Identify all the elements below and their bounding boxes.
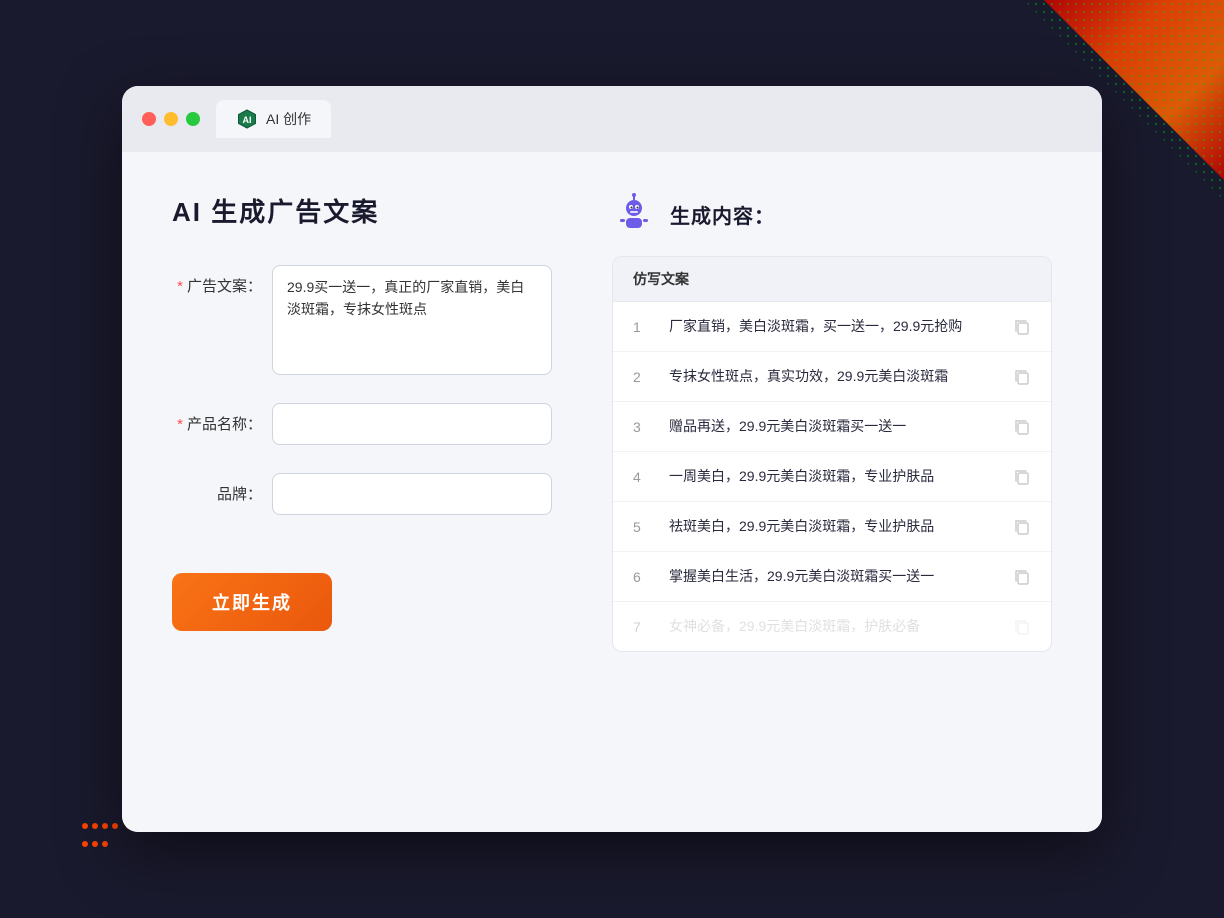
left-panel: AI 生成广告文案 *广告文案： 29.9买一送一，真正的厂家直销，美白淡斑霜，… (172, 192, 552, 792)
ai-tab[interactable]: AI AI 创作 (216, 100, 331, 138)
ad-copy-input[interactable]: 29.9买一送一，真正的厂家直销，美白淡斑霜，专抹女性斑点 (272, 265, 552, 375)
generate-button[interactable]: 立即生成 (172, 573, 332, 631)
product-name-group: *产品名称： 美白淡斑霜 (172, 403, 552, 445)
title-bar: AI AI 创作 (122, 86, 1102, 152)
traffic-lights (142, 112, 200, 126)
copy-icon-3[interactable] (1013, 418, 1031, 436)
result-row-4: 4 一周美白，29.9元美白淡斑霜，专业护肤品 (613, 452, 1051, 502)
ad-copy-label: *广告文案： (172, 265, 262, 296)
row-number-6: 6 (633, 569, 653, 585)
copy-icon-2[interactable] (1013, 368, 1031, 386)
table-header: 仿写文案 (613, 257, 1051, 302)
result-title: 生成内容： (670, 200, 775, 229)
maximize-button[interactable] (186, 112, 200, 126)
product-name-required-star: * (177, 416, 183, 433)
product-name-input[interactable]: 美白淡斑霜 (272, 403, 552, 445)
content-area: AI 生成广告文案 *广告文案： 29.9买一送一，真正的厂家直销，美白淡斑霜，… (122, 152, 1102, 832)
result-row-5: 5 祛斑美白，29.9元美白淡斑霜，专业护肤品 (613, 502, 1051, 552)
row-text-1: 厂家直销，美白淡斑霜，买一送一，29.9元抢购 (669, 316, 997, 337)
brand-label: 品牌： (172, 473, 262, 504)
minimize-button[interactable] (164, 112, 178, 126)
svg-text:AI: AI (243, 115, 252, 125)
row-number-4: 4 (633, 469, 653, 485)
row-text-2: 专抹女性斑点，真实功效，29.9元美白淡斑霜 (669, 366, 997, 387)
copy-icon-4[interactable] (1013, 468, 1031, 486)
row-number-2: 2 (633, 369, 653, 385)
result-row-1: 1 厂家直销，美白淡斑霜，买一送一，29.9元抢购 (613, 302, 1051, 352)
row-number-3: 3 (633, 419, 653, 435)
brand-input[interactable]: 好白 (272, 473, 552, 515)
row-text-6: 掌握美白生活，29.9元美白淡斑霜买一送一 (669, 566, 997, 587)
product-name-label: *产品名称： (172, 403, 262, 434)
tab-label: AI 创作 (266, 109, 311, 129)
result-table: 仿写文案 1 厂家直销，美白淡斑霜，买一送一，29.9元抢购 2 专抹女性斑点，… (612, 256, 1052, 652)
copy-icon-7[interactable] (1013, 618, 1031, 636)
copy-icon-5[interactable] (1013, 518, 1031, 536)
copy-icon-6[interactable] (1013, 568, 1031, 586)
robot-icon (612, 192, 656, 236)
result-header: 生成内容： (612, 192, 1052, 236)
row-text-7: 女神必备，29.9元美白淡斑霜，护肤必备 (669, 616, 997, 637)
row-number-5: 5 (633, 519, 653, 535)
brand-group: 品牌： 好白 (172, 473, 552, 515)
row-text-4: 一周美白，29.9元美白淡斑霜，专业护肤品 (669, 466, 997, 487)
row-text-5: 祛斑美白，29.9元美白淡斑霜，专业护肤品 (669, 516, 997, 537)
result-row-7: 7 女神必备，29.9元美白淡斑霜，护肤必备 (613, 602, 1051, 651)
result-row-3: 3 赠品再送，29.9元美白淡斑霜买一送一 (613, 402, 1051, 452)
ad-copy-required-star: * (177, 278, 183, 295)
row-text-3: 赠品再送，29.9元美白淡斑霜买一送一 (669, 416, 997, 437)
copy-icon-1[interactable] (1013, 318, 1031, 336)
browser-window: AI AI 创作 AI 生成广告文案 *广告文案： 29.9买一送一，真正的厂家… (122, 86, 1102, 832)
result-row-2: 2 专抹女性斑点，真实功效，29.9元美白淡斑霜 (613, 352, 1051, 402)
close-button[interactable] (142, 112, 156, 126)
result-row-6: 6 掌握美白生活，29.9元美白淡斑霜买一送一 (613, 552, 1051, 602)
ad-copy-group: *广告文案： 29.9买一送一，真正的厂家直销，美白淡斑霜，专抹女性斑点 (172, 265, 552, 375)
ai-tab-icon: AI (236, 108, 258, 130)
right-panel: 生成内容： 仿写文案 1 厂家直销，美白淡斑霜，买一送一，29.9元抢购 2 专… (612, 192, 1052, 792)
row-number-1: 1 (633, 319, 653, 335)
row-number-7: 7 (633, 619, 653, 635)
page-title: AI 生成广告文案 (172, 192, 552, 229)
